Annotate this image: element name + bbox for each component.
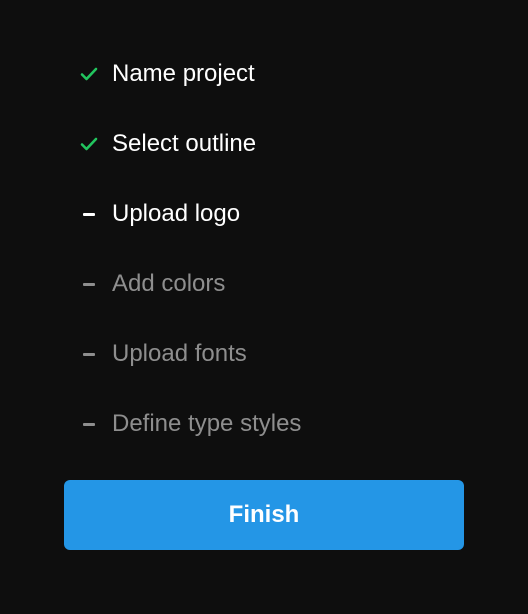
- step-label: Upload logo: [112, 200, 241, 227]
- step-add-colors: Add colors: [0, 250, 528, 320]
- step-label: Add colors: [112, 270, 226, 297]
- dash-icon: [78, 203, 100, 225]
- step-label: Upload fonts: [112, 340, 247, 367]
- dash-icon: [78, 273, 100, 295]
- step-name-project: Name project: [0, 40, 528, 110]
- finish-button[interactable]: Finish: [64, 480, 464, 550]
- check-icon: [78, 133, 100, 155]
- setup-checklist: Name project Select outline Upload logo …: [0, 40, 528, 460]
- dash-icon: [78, 413, 100, 435]
- dash-icon: [78, 343, 100, 365]
- step-label: Name project: [112, 60, 255, 87]
- check-icon: [78, 63, 100, 85]
- step-upload-logo: Upload logo: [0, 180, 528, 250]
- step-select-outline: Select outline: [0, 110, 528, 180]
- step-label: Define type styles: [112, 410, 302, 437]
- step-define-type-styles: Define type styles: [0, 390, 528, 460]
- step-upload-fonts: Upload fonts: [0, 320, 528, 390]
- step-label: Select outline: [112, 130, 257, 157]
